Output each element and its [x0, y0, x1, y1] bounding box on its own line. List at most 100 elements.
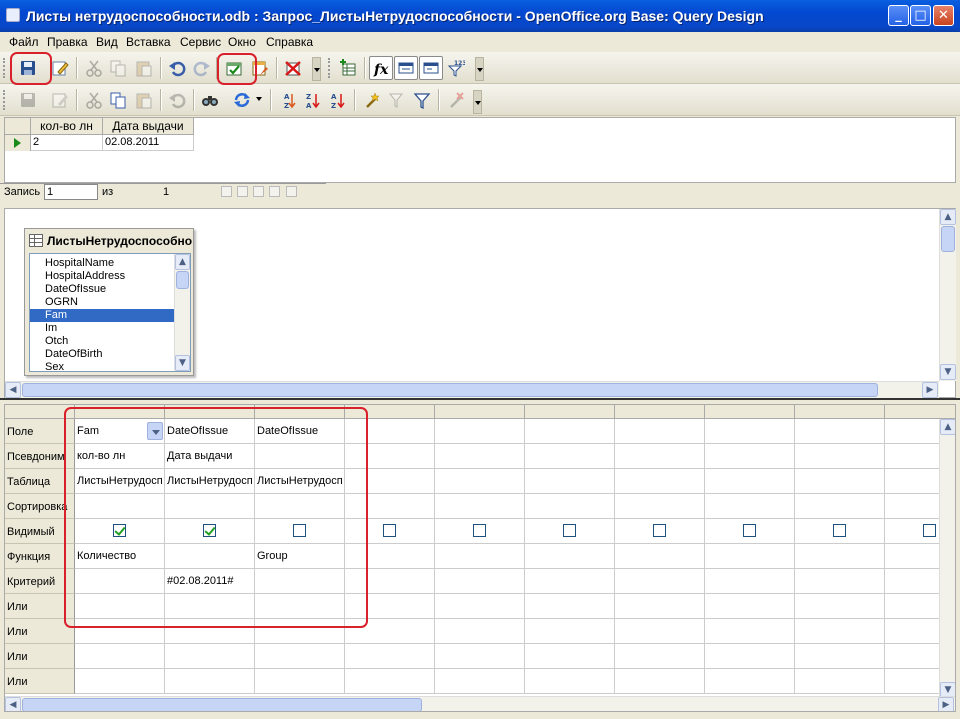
grid-criterion-cell[interactable]: [795, 569, 885, 594]
toolbar-grip[interactable]: [3, 90, 7, 110]
grid-or-cell[interactable]: [165, 669, 255, 694]
apply-filter-button[interactable]: [385, 88, 409, 112]
scroll-down-button[interactable]: ▼: [940, 364, 956, 380]
find-record-button[interactable]: [198, 88, 222, 112]
grid-criterion-cell[interactable]: [525, 569, 615, 594]
autofilter-button[interactable]: [360, 88, 384, 112]
scroll-left-button[interactable]: ◀: [5, 382, 21, 398]
scroll-right-button[interactable]: ▶: [938, 697, 954, 711]
field-list-item[interactable]: DateOfIssue: [30, 283, 174, 296]
undo-data-button[interactable]: [165, 88, 189, 112]
grid-or-cell[interactable]: [75, 669, 165, 694]
toggle-design-button[interactable]: [281, 56, 305, 80]
sort-button[interactable]: AZ: [326, 88, 350, 112]
alias-button[interactable]: [419, 56, 443, 80]
close-button[interactable]: ✕: [933, 5, 954, 26]
current-row-marker[interactable]: [5, 135, 31, 151]
scroll-up-button[interactable]: ▲: [175, 254, 190, 270]
grid-or-cell[interactable]: [795, 594, 885, 619]
previous-record-button[interactable]: [237, 186, 248, 197]
grid-or-cell[interactable]: [705, 644, 795, 669]
grid-sort-cell[interactable]: [795, 494, 885, 519]
visible-checkbox[interactable]: [653, 524, 666, 537]
grid-or-cell[interactable]: [435, 619, 525, 644]
grid-column-header[interactable]: [705, 405, 795, 419]
field-list-item[interactable]: Fam: [30, 309, 174, 322]
grid-or-cell[interactable]: [705, 619, 795, 644]
grid-sort-cell[interactable]: [615, 494, 705, 519]
toolbar1-overflow-button[interactable]: [475, 57, 484, 81]
visible-cell[interactable]: [435, 519, 525, 544]
field-list-item[interactable]: Sex: [30, 361, 174, 371]
grid-alias-cell[interactable]: [795, 444, 885, 469]
grid-function-cell[interactable]: [705, 544, 795, 569]
grid-or-cell[interactable]: [705, 669, 795, 694]
grid-alias-cell[interactable]: [435, 444, 525, 469]
grid-or-cell[interactable]: [615, 644, 705, 669]
grid-or-cell[interactable]: [525, 594, 615, 619]
menu-help[interactable]: Справка: [266, 35, 313, 49]
tables-horizontal-scrollbar[interactable]: ◀ ▶: [5, 381, 939, 398]
grid-or-cell[interactable]: [525, 619, 615, 644]
grid-table-cell[interactable]: [435, 469, 525, 494]
grid-sort-cell[interactable]: [705, 494, 795, 519]
copy-button[interactable]: [106, 56, 130, 80]
minimize-button[interactable]: _: [888, 5, 909, 26]
remove-filter-button[interactable]: [444, 88, 468, 112]
field-list-item[interactable]: HospitalName: [30, 257, 174, 270]
grid-alias-cell[interactable]: [705, 444, 795, 469]
grid-or-cell[interactable]: [435, 594, 525, 619]
field-list-item[interactable]: OGRN: [30, 296, 174, 309]
maximize-button[interactable]: □: [910, 5, 931, 26]
scroll-thumb[interactable]: [22, 383, 878, 397]
grid-or-cell[interactable]: [165, 644, 255, 669]
grid-horizontal-scrollbar[interactable]: ◀ ▶: [5, 696, 955, 711]
grid-field-cell[interactable]: [525, 419, 615, 444]
grid-criterion-cell[interactable]: [615, 569, 705, 594]
result-cell[interactable]: 02.08.2011: [103, 135, 194, 151]
toolbar1-more-button[interactable]: [312, 57, 321, 81]
grid-or-cell[interactable]: [435, 669, 525, 694]
grid-or-cell[interactable]: [75, 644, 165, 669]
grid-or-cell[interactable]: [795, 619, 885, 644]
visible-checkbox[interactable]: [743, 524, 756, 537]
scroll-left-button[interactable]: ◀: [5, 697, 21, 711]
grid-vertical-scrollbar[interactable]: ▲ ▼: [939, 419, 955, 699]
grid-field-cell[interactable]: [615, 419, 705, 444]
menu-window[interactable]: Окно: [228, 35, 256, 49]
result-column-header[interactable]: Дата выдачи: [103, 118, 194, 135]
grid-table-cell[interactable]: [615, 469, 705, 494]
visible-checkbox[interactable]: [383, 524, 396, 537]
paste-data-button[interactable]: [132, 88, 156, 112]
menu-tools[interactable]: Сервис: [180, 35, 221, 49]
grid-column-header[interactable]: [885, 405, 955, 419]
scroll-right-button[interactable]: ▶: [922, 382, 938, 398]
scroll-up-button[interactable]: ▲: [940, 209, 956, 225]
toolbar-grip[interactable]: [3, 58, 7, 78]
visible-checkbox[interactable]: [923, 524, 936, 537]
visible-cell[interactable]: [615, 519, 705, 544]
grid-or-cell[interactable]: [795, 669, 885, 694]
grid-function-cell[interactable]: [525, 544, 615, 569]
tables-vertical-scrollbar[interactable]: ▲ ▼: [939, 209, 956, 381]
grid-table-cell[interactable]: [795, 469, 885, 494]
grid-or-cell[interactable]: [345, 644, 435, 669]
first-record-button[interactable]: [221, 186, 232, 197]
undo-button[interactable]: [165, 56, 189, 80]
sort-ascending-button[interactable]: AZ: [276, 88, 300, 112]
visible-cell[interactable]: [795, 519, 885, 544]
table-name-button[interactable]: [394, 56, 418, 80]
paste-button[interactable]: [132, 56, 156, 80]
grid-alias-cell[interactable]: [615, 444, 705, 469]
grid-function-cell[interactable]: [435, 544, 525, 569]
grid-table-cell[interactable]: [705, 469, 795, 494]
grid-sort-cell[interactable]: [525, 494, 615, 519]
grid-or-cell[interactable]: [795, 644, 885, 669]
grid-column-header[interactable]: [615, 405, 705, 419]
scroll-thumb[interactable]: [941, 226, 955, 252]
add-table-button[interactable]: [336, 56, 360, 80]
result-column-header[interactable]: кол-во лн: [31, 118, 103, 135]
grid-or-cell[interactable]: [525, 669, 615, 694]
visible-cell[interactable]: [705, 519, 795, 544]
grid-criterion-cell[interactable]: [435, 569, 525, 594]
